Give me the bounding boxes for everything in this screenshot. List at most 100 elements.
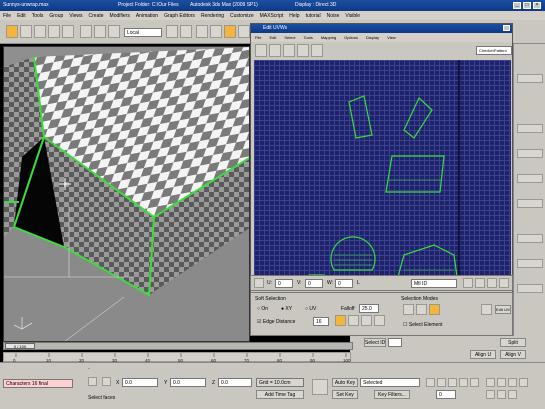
undo-icon[interactable] bbox=[6, 25, 18, 38]
move-icon[interactable] bbox=[108, 25, 120, 38]
edit-uvs-button[interactable]: Edit UVs bbox=[495, 305, 511, 314]
command-panel-button[interactable] bbox=[517, 199, 543, 208]
menu-item-customize[interactable]: Customize bbox=[230, 13, 254, 19]
close-icon[interactable]: × bbox=[533, 2, 541, 9]
menu-item-group[interactable]: Group bbox=[49, 13, 63, 19]
absolute-mode-icon[interactable] bbox=[102, 377, 111, 386]
uvw-menu-item-file[interactable]: File bbox=[255, 35, 261, 40]
uvw-menu-item-options[interactable]: Options bbox=[344, 35, 358, 40]
uvw-menu-item-edit[interactable]: Edit bbox=[269, 35, 276, 40]
unlink-icon[interactable] bbox=[48, 25, 60, 38]
x-coordinate-field[interactable]: 0.0 bbox=[122, 378, 158, 387]
edge-distance-checkbox[interactable]: ☑ Edge Distance bbox=[257, 319, 295, 325]
orbit-icon[interactable] bbox=[497, 390, 506, 399]
track-bar[interactable]: 0 10 20 30 40 50 60 70 80 90 100 bbox=[3, 352, 351, 363]
reference-coord-dropdown[interactable]: Local bbox=[124, 28, 162, 37]
command-panel-button[interactable] bbox=[517, 284, 543, 293]
menu-item-create[interactable]: Create bbox=[89, 13, 104, 19]
mirror-icon[interactable] bbox=[311, 44, 323, 57]
soft-xy-radio[interactable]: ● XY bbox=[281, 306, 292, 312]
zoom-all-icon[interactable] bbox=[497, 378, 506, 387]
add-time-tag-button[interactable]: Add Time Tag bbox=[256, 390, 304, 399]
uvw-menu-item-mapping[interactable]: Mapping bbox=[321, 35, 336, 40]
zoom-extents-icon[interactable] bbox=[508, 378, 517, 387]
menu-item-tools[interactable]: Tools bbox=[32, 13, 44, 19]
pivot-icon[interactable] bbox=[166, 25, 178, 38]
set-key-button[interactable]: Set Key bbox=[332, 390, 358, 399]
uvw-menu-item-view[interactable]: View bbox=[387, 35, 396, 40]
uvw-menu-item-select[interactable]: Select bbox=[284, 35, 295, 40]
face-mode-icon[interactable] bbox=[429, 304, 440, 315]
auto-key-button[interactable]: Auto Key bbox=[332, 378, 358, 387]
y-coordinate-field[interactable]: 0.0 bbox=[170, 378, 206, 387]
hand-pan-icon[interactable] bbox=[463, 278, 473, 288]
go-to-end-icon[interactable] bbox=[470, 378, 479, 387]
soft-uv-radio[interactable]: ○ UV bbox=[305, 306, 316, 312]
angle-snap-icon[interactable] bbox=[210, 25, 222, 38]
menu-item-maxscript[interactable]: MAXScript bbox=[260, 13, 284, 19]
bind-space-warp-icon[interactable] bbox=[62, 25, 74, 38]
falloff-sinual-icon[interactable] bbox=[348, 315, 359, 326]
snaps-toggle-icon[interactable] bbox=[196, 25, 208, 38]
menu-item-file[interactable]: File bbox=[3, 13, 11, 19]
zoom-icon[interactable] bbox=[486, 378, 495, 387]
scale-icon[interactable] bbox=[283, 44, 295, 57]
uv-grid-canvas[interactable] bbox=[254, 60, 511, 291]
mtl-id-dropdown[interactable]: Mtl ID bbox=[411, 279, 457, 288]
z-coordinate-field[interactable]: 0.0 bbox=[218, 378, 252, 387]
edge-distance-field[interactable]: 16 bbox=[313, 317, 329, 326]
lock-selection-icon[interactable] bbox=[88, 377, 97, 386]
minimize-icon[interactable]: _ bbox=[513, 2, 521, 9]
selected-dropdown[interactable]: Selected bbox=[360, 378, 420, 387]
w-field[interactable]: 0 bbox=[335, 279, 353, 288]
align-v-button[interactable]: Align V bbox=[500, 350, 526, 359]
texture-dropdown[interactable]: CheckerPattern bbox=[476, 46, 512, 55]
u-field[interactable]: 0 bbox=[275, 279, 293, 288]
previous-frame-icon[interactable] bbox=[437, 378, 446, 387]
select-by-name-icon[interactable] bbox=[94, 25, 106, 38]
close-icon[interactable] bbox=[503, 25, 510, 31]
zoom-extents-icon[interactable] bbox=[499, 278, 509, 288]
menu-item-help[interactable]: Help bbox=[289, 13, 299, 19]
uvw-menu-item-display[interactable]: Display bbox=[366, 35, 379, 40]
select-id-field[interactable] bbox=[388, 338, 402, 347]
command-panel-button[interactable] bbox=[517, 124, 543, 133]
freeform-icon[interactable] bbox=[297, 44, 309, 57]
current-frame-field[interactable]: 0 bbox=[436, 390, 456, 399]
spinner-snap-icon[interactable] bbox=[238, 25, 250, 38]
manipulate-icon[interactable] bbox=[180, 25, 192, 38]
percent-snap-icon[interactable] bbox=[224, 25, 236, 38]
paint-select-icon[interactable] bbox=[481, 304, 492, 315]
lock-icon[interactable] bbox=[254, 278, 264, 288]
time-slider-thumb[interactable]: 0 / 100 bbox=[5, 343, 35, 349]
menu-item-views[interactable]: Views bbox=[69, 13, 82, 19]
menu-item-edit[interactable]: Edit bbox=[17, 13, 26, 19]
play-icon[interactable] bbox=[448, 378, 457, 387]
select-id-button[interactable]: Select ID bbox=[364, 338, 386, 347]
command-panel-button[interactable] bbox=[517, 259, 543, 268]
command-panel-button[interactable] bbox=[517, 234, 543, 243]
align-u-button[interactable]: Align U bbox=[470, 350, 496, 359]
zoom-icon[interactable] bbox=[475, 278, 485, 288]
pan-icon[interactable] bbox=[519, 378, 528, 387]
command-panel-button[interactable] bbox=[517, 74, 543, 83]
perspective-viewport[interactable] bbox=[3, 46, 250, 342]
menu-item-tutorial[interactable]: tutorial bbox=[306, 13, 321, 19]
menu-item-animation[interactable]: Animation bbox=[136, 13, 158, 19]
falloff-linear-icon[interactable] bbox=[335, 315, 346, 326]
maximize-viewport-icon[interactable] bbox=[508, 390, 517, 399]
maximize-icon[interactable]: □ bbox=[523, 2, 531, 9]
menu-item-visible[interactable]: Visible bbox=[345, 13, 360, 19]
vertex-mode-icon[interactable] bbox=[403, 304, 414, 315]
menu-item-graph-editors[interactable]: Graph Editors bbox=[164, 13, 195, 19]
split-button[interactable]: Split bbox=[500, 338, 526, 347]
rotate-icon[interactable] bbox=[269, 44, 281, 57]
zoom-region-icon[interactable] bbox=[487, 278, 497, 288]
maxscript-listener[interactable]: Characters 16 final bbox=[3, 379, 73, 388]
menu-item-modifiers[interactable]: Modifiers bbox=[110, 13, 130, 19]
soft-on-radio[interactable]: ○ On bbox=[257, 306, 268, 312]
falloff-slow-icon[interactable] bbox=[374, 315, 385, 326]
command-panel-button[interactable] bbox=[517, 149, 543, 158]
key-filters-button[interactable]: Key Filters... bbox=[374, 390, 410, 399]
field-of-view-icon[interactable] bbox=[486, 390, 495, 399]
